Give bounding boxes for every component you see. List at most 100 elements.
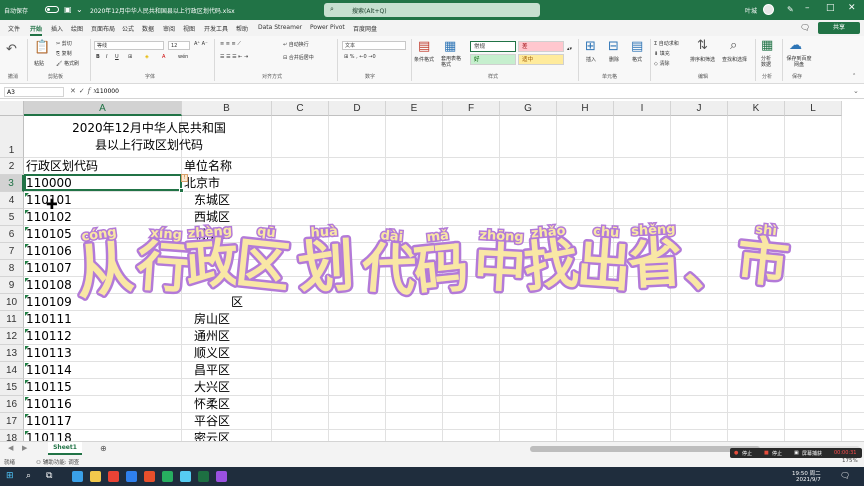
sheet-tab-sheet1[interactable]: Sheet1 bbox=[48, 442, 82, 455]
menu-file[interactable]: 文件 bbox=[8, 24, 20, 33]
column-header-k[interactable]: K bbox=[728, 101, 785, 116]
column-header-b[interactable]: B bbox=[182, 101, 272, 116]
name-cell[interactable]: 房山区 bbox=[194, 311, 230, 328]
code-cell[interactable]: 110112 bbox=[26, 328, 72, 345]
column-header-i[interactable]: I bbox=[614, 101, 671, 116]
maximize-icon[interactable]: □ bbox=[826, 3, 835, 13]
pen-icon[interactable]: ✎ bbox=[787, 5, 794, 15]
column-header-e[interactable]: E bbox=[386, 101, 443, 116]
name-cell[interactable]: 密云区 bbox=[194, 430, 230, 441]
column-header-h[interactable]: H bbox=[557, 101, 614, 116]
app-icon-1[interactable] bbox=[144, 471, 155, 482]
find-select-label[interactable]: 查找和选择 bbox=[722, 56, 747, 63]
insert-cells-label[interactable]: 插入 bbox=[586, 56, 596, 63]
menu-developer[interactable]: 开发工具 bbox=[204, 24, 228, 33]
menu-view[interactable]: 视图 bbox=[183, 24, 195, 33]
code-cell[interactable]: 110116 bbox=[26, 396, 72, 413]
border-icon[interactable]: ⊞ bbox=[128, 54, 132, 60]
undo-icon[interactable]: ↶ bbox=[6, 42, 17, 57]
name-cell[interactable]: 西城区 bbox=[194, 209, 230, 226]
row-header-14[interactable]: 14 bbox=[0, 362, 24, 379]
name-cell[interactable]: 大兴区 bbox=[194, 379, 230, 396]
autosum-button[interactable]: Σ 自动求和 bbox=[654, 40, 679, 47]
search-box[interactable]: ⌕ 搜索(Alt+Q) bbox=[324, 3, 540, 17]
name-cell[interactable]: 通州区 bbox=[194, 328, 230, 345]
menu-review[interactable]: 审阅 bbox=[163, 24, 175, 33]
chrome-icon[interactable] bbox=[108, 471, 119, 482]
taskbar-search-icon[interactable]: ⌕ bbox=[26, 471, 31, 481]
file-explorer-icon[interactable] bbox=[90, 471, 101, 482]
analyze-data-label[interactable]: 分析数据 bbox=[761, 56, 775, 68]
code-cell[interactable]: 110108 bbox=[26, 277, 72, 294]
menu-formulas[interactable]: 公式 bbox=[122, 24, 134, 33]
save-icon[interactable]: ▣ bbox=[64, 5, 72, 15]
format-table-label[interactable]: 套用表格格式 bbox=[441, 56, 465, 68]
avatar[interactable] bbox=[763, 4, 774, 15]
code-cell[interactable]: 110105 bbox=[26, 226, 72, 243]
format-table-icon[interactable]: ▦ bbox=[444, 39, 456, 54]
styles-scroll-icon[interactable]: ▴▾ bbox=[567, 46, 572, 52]
menu-data[interactable]: 数据 bbox=[142, 24, 154, 33]
row-header-5[interactable]: 5 bbox=[0, 209, 24, 226]
format-cells-icon[interactable]: ▤ bbox=[631, 39, 643, 54]
code-cell[interactable]: 110114 bbox=[26, 362, 72, 379]
menu-help[interactable]: 帮助 bbox=[236, 24, 248, 33]
name-cell[interactable]: 东城区 bbox=[194, 192, 230, 209]
code-cell[interactable]: 110117 bbox=[26, 413, 72, 430]
phonetic-icon[interactable]: wén bbox=[178, 54, 188, 60]
column-header-g[interactable]: G bbox=[500, 101, 557, 116]
paste-icon[interactable]: 📋 bbox=[34, 40, 50, 55]
screen-capture-label[interactable]: 屏幕捕获 bbox=[802, 450, 822, 457]
fill-color-icon[interactable]: ◈ bbox=[145, 54, 149, 60]
insert-cells-icon[interactable]: ⊞ bbox=[585, 39, 596, 54]
excel-icon[interactable] bbox=[198, 471, 209, 482]
autosave-toggle[interactable] bbox=[45, 6, 59, 13]
cut-button[interactable]: ✂ 剪切 bbox=[56, 40, 72, 47]
row-header-16[interactable]: 16 bbox=[0, 396, 24, 413]
accessibility-status[interactable]: ⚇ 辅助功能: 调查 bbox=[36, 458, 79, 466]
app-icon-3[interactable] bbox=[180, 471, 191, 482]
select-all-corner[interactable] bbox=[0, 101, 24, 116]
row-header-11[interactable]: 11 bbox=[0, 311, 24, 328]
menu-draw[interactable]: 绘图 bbox=[71, 24, 83, 33]
column-header-c[interactable]: C bbox=[272, 101, 329, 116]
row-header-18[interactable]: 18 bbox=[0, 430, 24, 441]
clear-button[interactable]: ◇ 清除 bbox=[654, 60, 669, 67]
code-cell[interactable]: 110109 bbox=[26, 294, 72, 311]
copy-button[interactable]: ⎘ 复制 bbox=[56, 50, 72, 57]
conditional-format-icon[interactable]: ▤ bbox=[418, 39, 430, 54]
code-cell[interactable]: 110113 bbox=[26, 345, 72, 362]
font-grow-icon[interactable]: A⁺ A⁻ bbox=[194, 41, 208, 47]
row-header-9[interactable]: 9 bbox=[0, 277, 24, 294]
underline-icon[interactable]: U bbox=[115, 54, 119, 60]
header-name-cell[interactable]: 单位名称 bbox=[184, 158, 232, 175]
app-icon-4[interactable] bbox=[216, 471, 227, 482]
find-select-icon[interactable]: ⌕ bbox=[730, 38, 737, 53]
scrollbar-thumb[interactable] bbox=[530, 446, 760, 452]
name-cell[interactable]: 怀柔区 bbox=[194, 396, 230, 413]
baidu-cloud-icon[interactable]: ☁ bbox=[789, 38, 802, 53]
fill-button[interactable]: ⬇ 填充 bbox=[654, 50, 670, 57]
row-header-13[interactable]: 13 bbox=[0, 345, 24, 362]
code-cell[interactable]: 110106 bbox=[26, 243, 72, 260]
column-header-j[interactable]: J bbox=[671, 101, 728, 116]
row-header-17[interactable]: 17 bbox=[0, 413, 24, 430]
column-header-l[interactable]: L bbox=[785, 101, 842, 116]
italic-icon[interactable]: I bbox=[106, 54, 107, 60]
row-header-15[interactable]: 15 bbox=[0, 379, 24, 396]
quick-access-chevron-icon[interactable]: ⌄ bbox=[76, 5, 83, 15]
menu-power-pivot[interactable]: Power Pivot bbox=[310, 24, 345, 31]
row-header-8[interactable]: 8 bbox=[0, 260, 24, 277]
sort-filter-icon[interactable]: ⇅ bbox=[697, 38, 708, 53]
format-cells-label[interactable]: 格式 bbox=[632, 56, 642, 63]
edge-icon[interactable] bbox=[72, 471, 83, 482]
baidu-save-label[interactable]: 保存到百度网盘 bbox=[786, 56, 812, 68]
font-color-icon[interactable]: A bbox=[162, 54, 165, 60]
app-icon-2[interactable] bbox=[162, 471, 173, 482]
spreadsheet-grid[interactable]: ABCDEFGHIJKL 1 2 3 4 5 6 7 8 9 10 11 12 13 14 15 16 17 18… bbox=[0, 101, 864, 441]
style-normal[interactable]: 常规 bbox=[470, 41, 516, 52]
wrap-text-button[interactable]: ↵ 自动换行 bbox=[283, 41, 309, 48]
stop-button-2[interactable]: 停止 bbox=[772, 450, 782, 457]
add-sheet-icon[interactable]: ⊕ bbox=[100, 444, 107, 453]
row-header-4[interactable]: 4 bbox=[0, 192, 24, 209]
